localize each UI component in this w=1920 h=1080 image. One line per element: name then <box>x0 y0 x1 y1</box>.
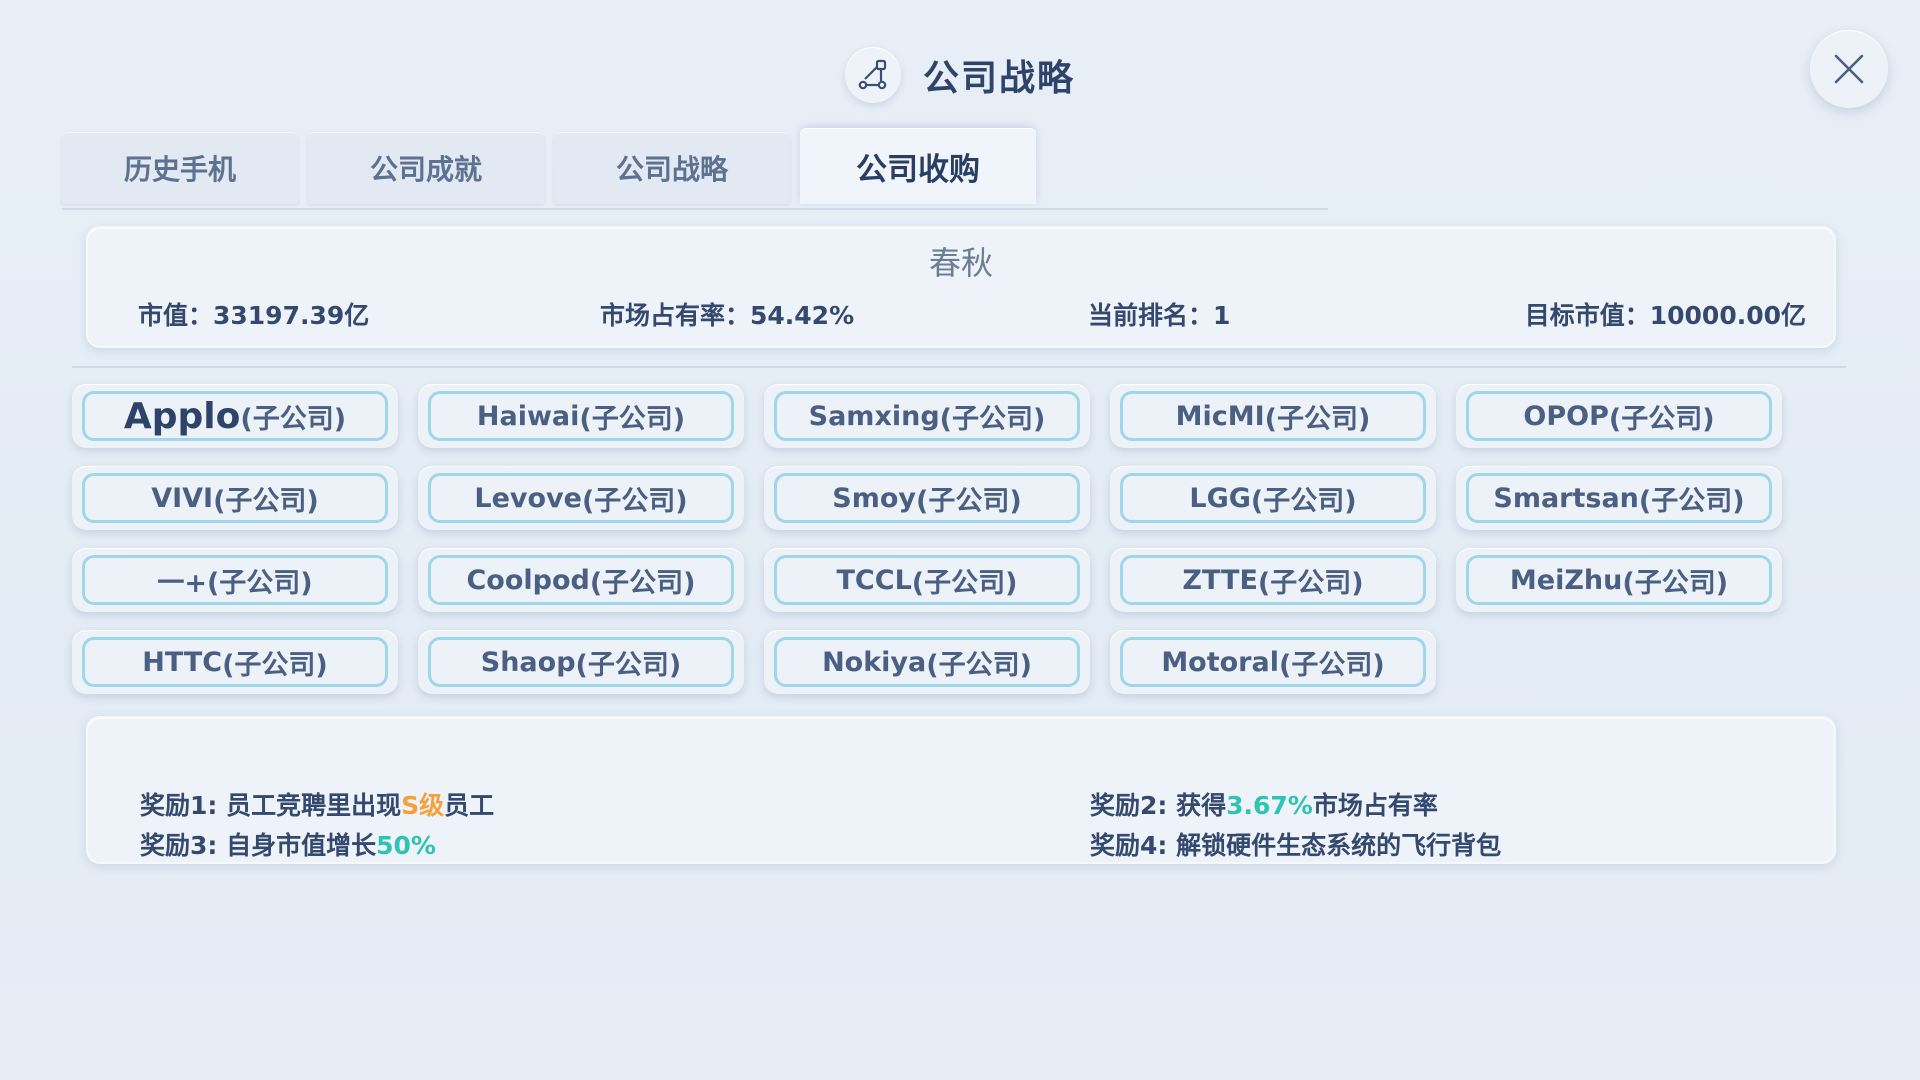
market-value: 市值：33197.39亿 <box>138 301 370 330</box>
company-button[interactable]: Coolpod (子公司) <box>418 548 744 612</box>
company-suffix: (子公司) <box>575 649 682 681</box>
tabs-divider <box>62 208 1328 210</box>
company-button[interactable]: 一+ (子公司) <box>72 548 398 612</box>
reward-2: 奖励2: 获得3.67%市场占有率 <box>1090 791 1438 820</box>
company-name-label: 一+ <box>157 567 207 599</box>
company-name-label: Coolpod <box>466 564 590 596</box>
company-suffix: (子公司) <box>1622 567 1729 599</box>
company-button[interactable]: MeiZhu (子公司) <box>1456 548 1782 612</box>
tab-company-strategy[interactable]: 公司战略 <box>554 132 790 204</box>
company-button[interactable]: ZTTE (子公司) <box>1110 548 1436 612</box>
company-name-label: LGG <box>1189 482 1251 514</box>
close-icon <box>1834 54 1864 84</box>
tab-history-phones[interactable]: 历史手机 <box>62 132 298 204</box>
company-name-label: Motoral <box>1161 646 1279 678</box>
company-name-label: OPOP <box>1523 400 1609 432</box>
company-suffix: (子公司) <box>213 485 319 517</box>
company-name: 春秋 <box>928 244 993 282</box>
company-button[interactable]: Nokiya (子公司) <box>764 630 1090 694</box>
company-button[interactable]: OPOP (子公司) <box>1456 384 1782 448</box>
company-name-label: Applo <box>123 395 241 437</box>
target-market-value: 目标市值：10000.00亿 <box>1524 301 1806 330</box>
close-button[interactable] <box>1810 30 1888 108</box>
company-suffix: (子公司) <box>240 403 347 435</box>
company-name-label: ZTTE <box>1182 564 1258 596</box>
company-name-label: Smartsan <box>1493 482 1639 514</box>
company-name-label: MicMI <box>1175 400 1265 432</box>
company-suffix: (子公司) <box>581 485 688 517</box>
company-suffix: (子公司) <box>939 403 1046 435</box>
page-title: 公司战略 <box>922 58 1075 99</box>
company-button[interactable]: Smartsan (子公司) <box>1456 466 1782 530</box>
tab-company-acquisition[interactable]: 公司收购 <box>800 128 1036 204</box>
company-name-label: TCCL <box>836 564 912 596</box>
company-name-label: HTTC <box>142 646 223 678</box>
company-name-label: Samxing <box>808 400 940 432</box>
company-suffix: (子公司) <box>1250 485 1357 517</box>
company-button[interactable]: Samxing (子公司) <box>764 384 1090 448</box>
company-button[interactable]: LGG (子公司) <box>1110 466 1436 530</box>
company-name-label: Smoy <box>832 482 917 514</box>
company-suffix: (子公司) <box>1264 403 1371 435</box>
tab-bar: 历史手机 公司成就 公司战略 公司收购 <box>62 128 1036 208</box>
company-button[interactable]: Applo (子公司) <box>72 384 398 448</box>
tab-company-achievements[interactable]: 公司成就 <box>308 132 544 204</box>
company-name-label: Shaop <box>480 646 576 678</box>
company-button[interactable]: Shaop (子公司) <box>418 630 744 694</box>
company-button[interactable]: Smoy (子公司) <box>764 466 1090 530</box>
reward-highlight: 3.67% <box>1226 791 1313 820</box>
company-suffix: (子公司) <box>1608 403 1715 435</box>
acquisition-grid: Applo (子公司) Haiwai (子公司) Samxing (子公司) MicM… <box>72 384 1782 694</box>
reward-highlight: S级 <box>401 791 445 820</box>
company-button[interactable]: TCCL (子公司) <box>764 548 1090 612</box>
reward-panel: 奖励1: 员工竞聘里出现S级员工 奖励2: 获得3.67%市场占有率 奖励3: … <box>86 716 1836 864</box>
reward-3: 奖励3: 自身市值增长50% <box>140 831 436 860</box>
company-info-panel: 春秋 市值：33197.39亿 市场占有率：54.42% 当前排名：1 目标市值… <box>86 226 1836 348</box>
company-suffix: (子公司) <box>579 403 686 435</box>
market-share: 市场占有率：54.42% <box>600 301 855 330</box>
company-suffix: (子公司) <box>589 567 696 599</box>
company-name-label: Haiwai <box>476 400 580 432</box>
company-name-label: Levove <box>474 482 582 514</box>
company-suffix: (子公司) <box>916 485 1022 517</box>
header: 公司战略 <box>0 40 1920 110</box>
company-button[interactable]: MicMI (子公司) <box>1110 384 1436 448</box>
company-suffix: (子公司) <box>1257 567 1364 599</box>
company-button[interactable]: VIVI (子公司) <box>72 466 398 530</box>
company-suffix: (子公司) <box>1638 485 1745 517</box>
company-suffix: (子公司) <box>222 649 328 681</box>
company-button[interactable]: Levove (子公司) <box>418 466 744 530</box>
company-name-label: Nokiya <box>822 646 927 678</box>
reward-4: 奖励4: 解锁硬件生态系统的飞行背包 <box>1090 831 1502 860</box>
reward-highlight: 50% <box>376 831 436 860</box>
reward-1: 奖励1: 员工竞聘里出现S级员工 <box>140 791 495 820</box>
company-button[interactable]: Motoral (子公司) <box>1110 630 1436 694</box>
section-divider <box>72 366 1846 368</box>
company-button[interactable]: HTTC (子公司) <box>72 630 398 694</box>
current-rank: 当前排名：1 <box>1088 301 1231 330</box>
company-name-label: MeiZhu <box>1509 564 1623 596</box>
company-suffix: (子公司) <box>1278 649 1385 681</box>
company-suffix: (子公司) <box>926 649 1032 681</box>
company-name-label: VIVI <box>151 482 214 514</box>
strategy-flow-icon <box>844 47 901 103</box>
company-button[interactable]: Haiwai (子公司) <box>418 384 744 448</box>
company-suffix: (子公司) <box>911 567 1018 599</box>
company-suffix: (子公司) <box>206 567 313 599</box>
